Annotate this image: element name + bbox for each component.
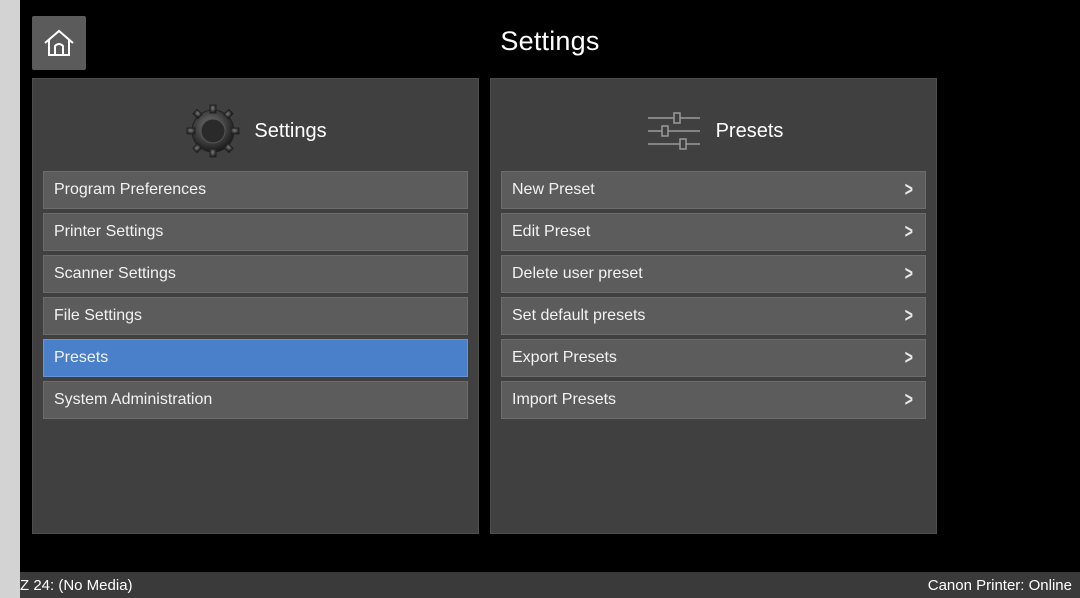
list-item-label: Export Presets [512,349,617,366]
list-item-label: Presets [54,349,109,366]
presets-panel-header: Presets [491,91,936,171]
app-window: Settings Settings Program Preferences Pr… [20,0,1080,598]
presets-panel: Presets New Preset > Edit Preset > Delet… [490,78,937,534]
printer-status: Canon Printer: Online [927,576,1072,594]
presets-item-delete-user-preset[interactable]: Delete user preset > [501,255,926,293]
chevron-right-icon: > [905,304,914,327]
page-title: Settings [500,26,600,56]
presets-item-new-preset[interactable]: New Preset > [501,171,926,209]
list-item-label: Delete user preset [512,265,643,282]
list-item-label: Set default presets [512,307,646,324]
sliders-icon [647,112,700,150]
settings-item-system-administration[interactable]: System Administration [43,381,468,419]
presets-item-import-presets[interactable]: Import Presets > [501,381,926,419]
media-status: Z 24: (No Media) [20,576,133,594]
settings-panel: Settings Program Preferences Printer Set… [32,78,479,534]
chevron-right-icon: > [905,262,914,285]
list-item-label: Program Preferences [54,181,207,198]
list-item-label: Scanner Settings [54,265,176,282]
settings-item-presets[interactable]: Presets [43,339,468,377]
list-item-label: New Preset [512,181,595,198]
settings-item-program-preferences[interactable]: Program Preferences [43,171,468,209]
settings-panel-header: Settings [33,91,478,171]
settings-item-file-settings[interactable]: File Settings [43,297,468,335]
list-item-label: File Settings [54,307,143,324]
chevron-right-icon: > [905,388,914,411]
chevron-right-icon: > [905,220,914,243]
presets-item-set-default-presets[interactable]: Set default presets > [501,297,926,335]
gear-icon [186,104,240,158]
presets-item-edit-preset[interactable]: Edit Preset > [501,213,926,251]
presets-list: New Preset > Edit Preset > Delete user p… [501,171,926,423]
chevron-right-icon: > [905,346,914,369]
settings-item-printer-settings[interactable]: Printer Settings [43,213,468,251]
presets-panel-title: Presets [715,119,784,142]
settings-item-scanner-settings[interactable]: Scanner Settings [43,255,468,293]
status-bar: Z 24: (No Media) Canon Printer: Online [20,572,1080,598]
list-item-label: Printer Settings [54,223,164,240]
settings-list: Program Preferences Printer Settings Sca… [43,171,468,423]
chevron-right-icon: > [905,178,914,201]
list-item-label: System Administration [54,391,213,408]
list-item-label: Import Presets [512,391,617,408]
list-item-label: Edit Preset [512,223,591,240]
settings-panel-title: Settings [254,119,327,142]
presets-item-export-presets[interactable]: Export Presets > [501,339,926,377]
